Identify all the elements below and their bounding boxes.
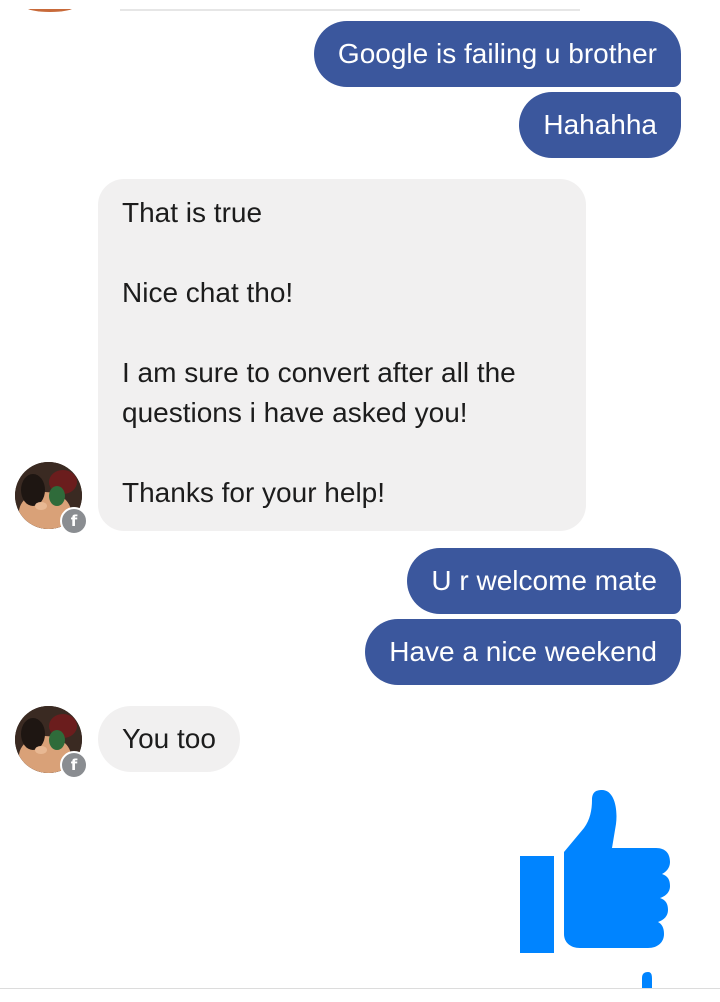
outgoing-message-bubble[interactable]: U r welcome mate: [407, 548, 681, 614]
message-paragraph: That is true: [122, 197, 263, 228]
chat-screen: Google is failing u brother Hahahha That…: [0, 0, 720, 1002]
facebook-badge-icon: f: [60, 751, 88, 779]
message-paragraph: Thanks for your help!: [122, 477, 386, 508]
incoming-message-bubble[interactable]: You too: [98, 706, 240, 772]
thumbs-up-icon[interactable]: [640, 972, 656, 993]
outgoing-message-bubble[interactable]: Hahahha: [519, 92, 681, 158]
previous-message-sliver: [0, 0, 720, 12]
divider: [0, 988, 720, 989]
facebook-badge-icon: f: [60, 507, 88, 535]
thumbs-up-icon[interactable]: [520, 790, 672, 959]
message-paragraph: Nice chat tho!: [122, 277, 294, 308]
outgoing-message-bubble[interactable]: Have a nice weekend: [365, 619, 681, 685]
incoming-message-bubble[interactable]: That is true Nice chat tho! I am sure to…: [98, 179, 586, 531]
message-paragraph: I am sure to convert after all the quest…: [122, 357, 516, 428]
outgoing-message-bubble[interactable]: Google is failing u brother: [313, 21, 681, 87]
